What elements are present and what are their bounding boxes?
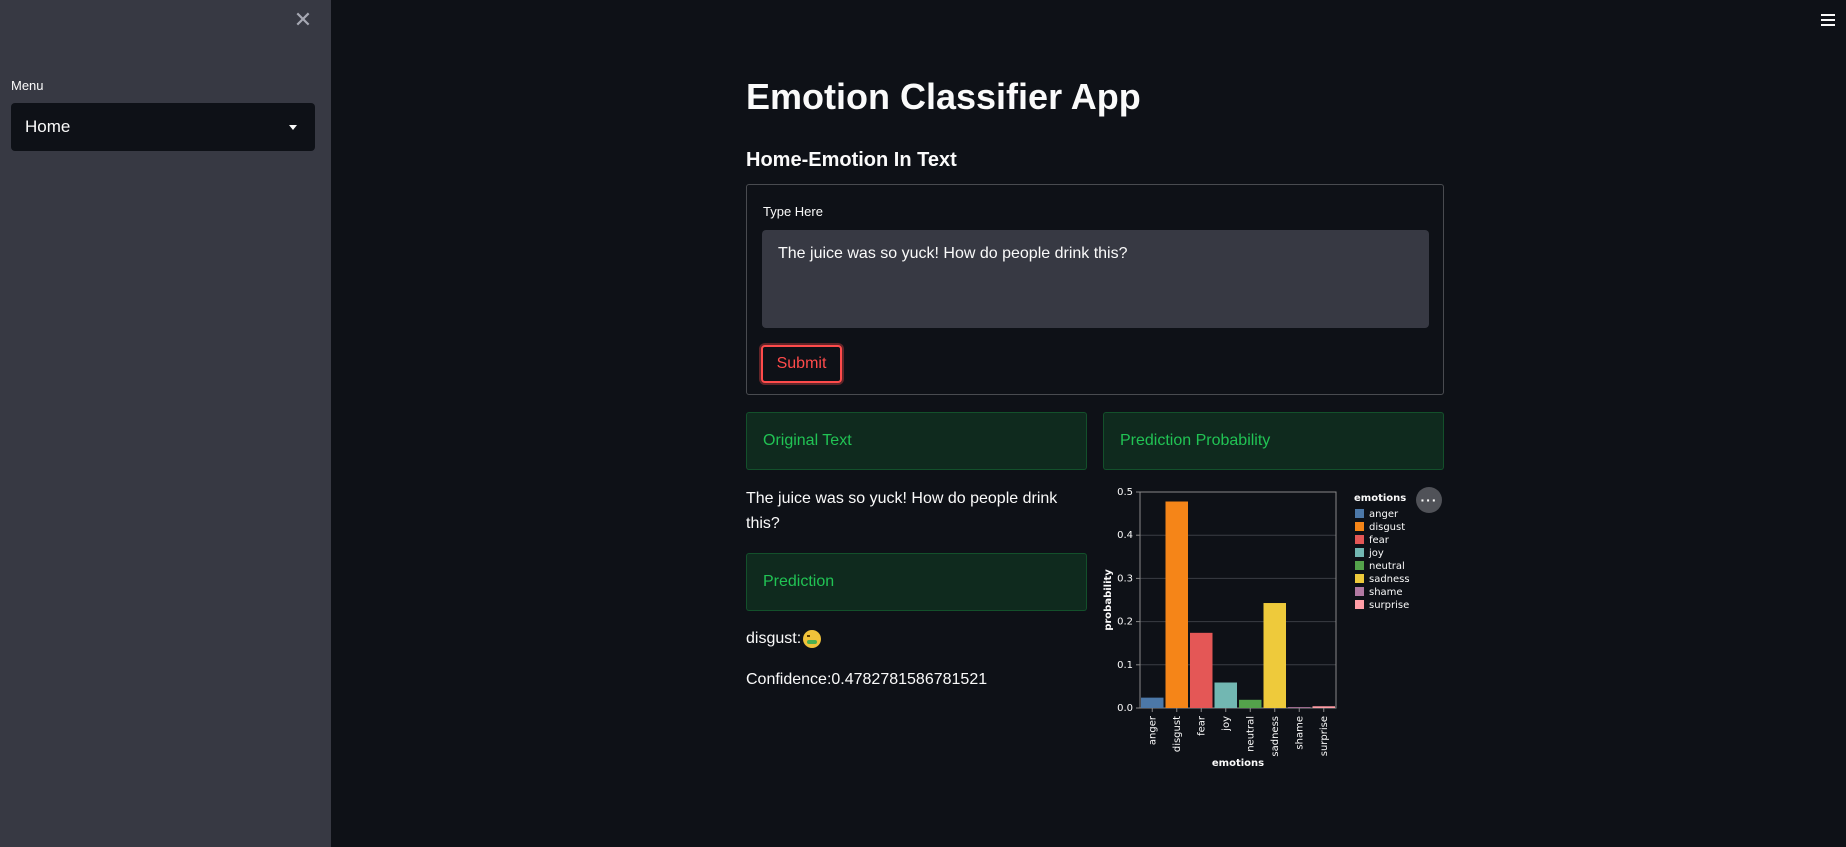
prediction-label: disgust: [746, 630, 802, 647]
y-tick-label: 0.3 [1117, 573, 1133, 584]
y-tick-label: 0.4 [1117, 530, 1133, 541]
probability-chart: 0.0 0.1 0.2 0.3 0.4 0.5 anger disgust fear joy neu… [1103, 487, 1410, 769]
y-axis-title: probability [1103, 569, 1114, 631]
bar-shame [1288, 707, 1311, 708]
menu-select[interactable]: Home [11, 103, 315, 151]
bar-joy [1214, 682, 1237, 708]
legend-swatch-fear [1355, 535, 1364, 544]
x-tick-label: fear [1196, 715, 1207, 736]
page-subtitle: Home-Emotion In Text [746, 149, 957, 171]
x-tick-label: shame [1294, 716, 1305, 750]
sidebar: ✕ Menu Home [0, 0, 331, 847]
prediction-result: disgust: [746, 630, 822, 648]
legend-label-shame: shame [1369, 587, 1403, 598]
bar-neutral [1239, 699, 1262, 708]
bar-anger [1141, 697, 1164, 708]
bar-surprise [1312, 706, 1335, 708]
bar-sadness [1263, 603, 1286, 708]
x-tick-label: disgust [1172, 716, 1183, 752]
legend-swatch-joy [1355, 548, 1364, 557]
input-label: Type Here [763, 204, 823, 219]
legend-title: emotions [1354, 493, 1406, 504]
legend-label-anger: anger [1369, 509, 1399, 520]
legend-swatch-disgust [1355, 522, 1364, 531]
x-tick-label: anger [1147, 715, 1158, 745]
legend-label-joy: joy [1368, 548, 1384, 559]
bar-fear [1190, 632, 1213, 708]
emotion-form: Type Here The juice was so yuck! How do … [746, 184, 1444, 395]
prediction-header: Prediction [746, 553, 1087, 611]
x-tick-label: neutral [1245, 716, 1256, 752]
y-tick-label: 0.0 [1117, 703, 1133, 714]
legend-swatch-sadness [1355, 574, 1364, 583]
x-tick-label: joy [1221, 716, 1232, 732]
more-options-icon[interactable]: ··· [1416, 487, 1442, 513]
bar-disgust [1165, 501, 1188, 708]
x-axis-title: emotions [1212, 758, 1264, 769]
original-text-header: Original Text [746, 412, 1087, 470]
page-title: Emotion Classifier App [746, 76, 1141, 117]
close-icon[interactable]: ✕ [293, 9, 313, 31]
text-input[interactable]: The juice was so yuck! How do people dri… [762, 230, 1429, 328]
nauseated-face-icon [803, 630, 822, 648]
original-text: The juice was so yuck! How do people dri… [746, 490, 1058, 532]
x-tick-label: sadness [1270, 716, 1281, 757]
y-tick-label: 0.2 [1117, 617, 1133, 628]
legend-label-surprise: surprise [1369, 600, 1409, 611]
legend-swatch-neutral [1355, 561, 1364, 570]
submit-button[interactable]: Submit [761, 345, 842, 383]
legend-label-fear: fear [1369, 535, 1390, 546]
chevron-down-icon [289, 125, 297, 130]
y-tick-label: 0.5 [1117, 487, 1133, 498]
legend-label-disgust: disgust [1369, 522, 1405, 533]
prediction-probability-header: Prediction Probability [1103, 412, 1444, 470]
menu-select-value: Home [25, 117, 71, 136]
legend-swatch-shame [1355, 587, 1364, 596]
confidence-value: Confidence:0.4782781586781521 [746, 671, 988, 688]
y-tick-label: 0.1 [1117, 660, 1133, 671]
legend-label-neutral: neutral [1369, 561, 1405, 572]
legend-swatch-anger [1355, 509, 1364, 518]
legend-swatch-surprise [1355, 600, 1364, 609]
legend-label-sadness: sadness [1369, 574, 1410, 585]
hamburger-menu-icon[interactable] [1821, 14, 1835, 28]
menu-label: Menu [11, 78, 44, 93]
x-tick-label: surprise [1319, 716, 1330, 756]
